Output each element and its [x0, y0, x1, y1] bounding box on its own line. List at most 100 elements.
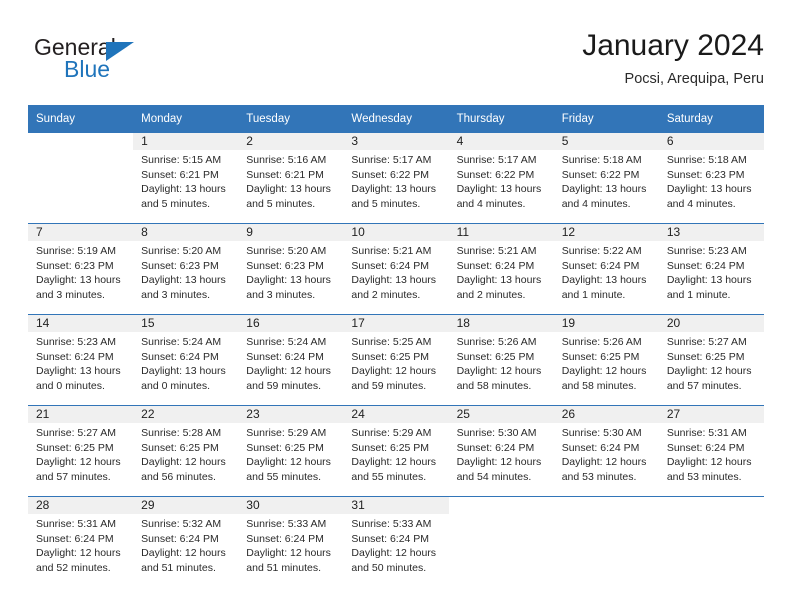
daylight-text-line2: and 1 minute. — [666, 288, 731, 301]
day-number: 21 — [28, 406, 134, 423]
calendar-day-cell[interactable] — [658, 496, 764, 587]
daylight-text-line2: and 56 minutes. — [141, 470, 216, 483]
sunrise-text: Sunrise: 5:29 AM — [351, 427, 432, 439]
daylight-text-line2: and 4 minutes. — [456, 197, 526, 210]
day-details: Sunrise: 5:17 AM Sunset: 6:22 PM Daylight:… — [449, 150, 554, 211]
day-number: 10 — [343, 224, 449, 241]
calendar-day-cell[interactable]: 24 Sunrise: 5:29 AM Sunset: 6:25 PM Dayligh… — [343, 405, 449, 497]
calendar-day-cell[interactable]: 30 Sunrise: 5:33 AM Sunset: 6:24 PM Dayligh… — [238, 496, 344, 587]
day-number: 19 — [553, 315, 659, 332]
calendar-day-cell[interactable]: 22 Sunrise: 5:28 AM Sunset: 6:25 PM Dayligh… — [133, 405, 239, 497]
sunset-text: Sunset: 6:24 PM — [666, 441, 745, 454]
weekday-header-tuesday: Tuesday — [238, 105, 344, 133]
calendar-day-cell[interactable]: 12 Sunrise: 5:22 AM Sunset: 6:24 PM Dayligh… — [553, 223, 659, 315]
daylight-text-line1: Daylight: 12 hours — [561, 365, 647, 378]
day-details: Sunrise: 5:33 AM Sunset: 6:24 PM Daylight:… — [238, 514, 343, 575]
day-number: 22 — [133, 406, 239, 423]
sunrise-text: Sunrise: 5:28 AM — [141, 427, 222, 439]
calendar-day-cell[interactable]: 19 Sunrise: 5:26 AM Sunset: 6:25 PM Dayligh… — [553, 314, 659, 406]
calendar-day-cell[interactable]: 3 Sunrise: 5:17 AM Sunset: 6:22 PM Daylight… — [343, 133, 449, 224]
calendar-day-cell[interactable]: 13 Sunrise: 5:23 AM Sunset: 6:24 PM Dayligh… — [658, 223, 764, 315]
sunset-text: Sunset: 6:25 PM — [246, 441, 324, 454]
daylight-text-line2: and 5 minutes. — [141, 197, 211, 210]
sunset-text: Sunset: 6:25 PM — [351, 441, 430, 454]
calendar-day-cell[interactable]: 20 Sunrise: 5:27 AM Sunset: 6:25 PM Dayligh… — [658, 314, 764, 406]
daylight-text-line2: and 5 minutes. — [246, 197, 316, 210]
day-details: Sunrise: 5:30 AM Sunset: 6:24 PM Daylight:… — [449, 423, 554, 484]
day-details: Sunrise: 5:18 AM Sunset: 6:23 PM Daylight:… — [659, 150, 764, 211]
day-details: Sunrise: 5:16 AM Sunset: 6:21 PM Daylight:… — [238, 150, 343, 211]
calendar-day-cell[interactable]: 14 Sunrise: 5:23 AM Sunset: 6:24 PM Dayligh… — [28, 314, 134, 406]
calendar-day-cell[interactable]: 15 Sunrise: 5:24 AM Sunset: 6:24 PM Dayligh… — [133, 314, 239, 406]
sunset-text: Sunset: 6:25 PM — [561, 350, 640, 363]
sunrise-text: Sunrise: 5:17 AM — [351, 154, 432, 166]
day-details: Sunrise: 5:17 AM Sunset: 6:22 PM Daylight:… — [343, 150, 448, 211]
daylight-text-line1: Daylight: 12 hours — [666, 456, 752, 469]
calendar-header-row: Sunday Monday Tuesday Wednesday Thursday… — [28, 105, 764, 133]
calendar-day-cell[interactable]: 6 Sunrise: 5:18 AM Sunset: 6:23 PM Daylight… — [658, 133, 764, 224]
calendar-week-row: 1 Sunrise: 5:15 AM Sunset: 6:21 PM Daylight… — [28, 133, 764, 224]
general-blue-logo[interactable]: General Blue — [34, 34, 174, 92]
sunset-text: Sunset: 6:23 PM — [36, 259, 114, 272]
calendar-day-cell[interactable]: 25 Sunrise: 5:30 AM Sunset: 6:24 PM Dayligh… — [448, 405, 554, 497]
daylight-text-line2: and 3 minutes. — [141, 288, 211, 301]
calendar-day-cell[interactable]: 26 Sunrise: 5:30 AM Sunset: 6:24 PM Dayligh… — [553, 405, 659, 497]
sunrise-text: Sunrise: 5:32 AM — [141, 518, 222, 530]
sunset-text: Sunset: 6:24 PM — [141, 532, 219, 545]
sunrise-text: Sunrise: 5:16 AM — [246, 154, 327, 166]
calendar-day-cell[interactable]: 7 Sunrise: 5:19 AM Sunset: 6:23 PM Daylight… — [28, 223, 134, 315]
sunrise-text: Sunrise: 5:26 AM — [456, 336, 537, 348]
calendar-day-cell[interactable] — [553, 496, 659, 587]
calendar-day-cell[interactable]: 9 Sunrise: 5:20 AM Sunset: 6:23 PM Daylight… — [238, 223, 344, 315]
calendar-day-cell[interactable]: 18 Sunrise: 5:26 AM Sunset: 6:25 PM Dayligh… — [448, 314, 554, 406]
page-title: January 2024 — [582, 29, 764, 62]
day-number: 5 — [553, 133, 659, 150]
calendar-day-cell[interactable]: 10 Sunrise: 5:21 AM Sunset: 6:24 PM Dayligh… — [343, 223, 449, 315]
sunset-text: Sunset: 6:24 PM — [666, 259, 745, 272]
daylight-text-line1: Daylight: 13 hours — [141, 365, 226, 378]
day-number: 25 — [448, 406, 554, 423]
day-number: 30 — [238, 497, 344, 514]
calendar-day-cell[interactable] — [448, 496, 554, 587]
sunrise-text: Sunrise: 5:21 AM — [351, 245, 432, 257]
sunrise-text: Sunrise: 5:24 AM — [141, 336, 222, 348]
calendar-day-cell[interactable] — [28, 133, 133, 224]
calendar-day-cell[interactable]: 4 Sunrise: 5:17 AM Sunset: 6:22 PM Daylight… — [448, 133, 554, 224]
day-details: Sunrise: 5:19 AM Sunset: 6:23 PM Daylight:… — [28, 241, 133, 302]
day-details: Sunrise: 5:15 AM Sunset: 6:21 PM Daylight:… — [133, 150, 238, 211]
calendar-day-cell[interactable]: 17 Sunrise: 5:25 AM Sunset: 6:25 PM Dayligh… — [343, 314, 449, 406]
day-details: Sunrise: 5:20 AM Sunset: 6:23 PM Daylight:… — [133, 241, 238, 302]
calendar-day-cell[interactable]: 23 Sunrise: 5:29 AM Sunset: 6:25 PM Dayligh… — [238, 405, 344, 497]
daylight-text-line2: and 4 minutes. — [561, 197, 631, 210]
day-number: 13 — [658, 224, 764, 241]
sunrise-text: Sunrise: 5:33 AM — [351, 518, 432, 530]
daylight-text-line1: Daylight: 13 hours — [141, 183, 226, 196]
calendar-day-cell[interactable]: 21 Sunrise: 5:27 AM Sunset: 6:25 PM Dayligh… — [28, 405, 134, 497]
calendar-week-row: 28 Sunrise: 5:31 AM Sunset: 6:24 PM Dayligh… — [28, 496, 764, 587]
calendar-day-cell[interactable]: 5 Sunrise: 5:18 AM Sunset: 6:22 PM Daylight… — [553, 133, 659, 224]
daylight-text-line1: Daylight: 12 hours — [666, 365, 752, 378]
calendar-day-cell[interactable]: 28 Sunrise: 5:31 AM Sunset: 6:24 PM Dayligh… — [28, 496, 134, 587]
title-block: January 2024 Pocsi, Arequipa, Peru — [582, 28, 764, 88]
sunset-text: Sunset: 6:24 PM — [36, 532, 114, 545]
daylight-text-line1: Daylight: 13 hours — [666, 274, 752, 287]
sunset-text: Sunset: 6:24 PM — [36, 350, 114, 363]
daylight-text-line2: and 55 minutes. — [351, 470, 427, 483]
day-number: 15 — [133, 315, 239, 332]
weekday-header-friday: Friday — [553, 105, 659, 133]
calendar-day-cell[interactable]: 31 Sunrise: 5:33 AM Sunset: 6:24 PM Dayligh… — [343, 496, 449, 587]
calendar-day-cell[interactable]: 1 Sunrise: 5:15 AM Sunset: 6:21 PM Daylight… — [133, 133, 239, 224]
calendar-day-cell[interactable]: 16 Sunrise: 5:24 AM Sunset: 6:24 PM Dayligh… — [238, 314, 344, 406]
daylight-text-line1: Daylight: 12 hours — [351, 365, 437, 378]
calendar-day-cell[interactable]: 29 Sunrise: 5:32 AM Sunset: 6:24 PM Dayligh… — [133, 496, 239, 587]
calendar-day-cell[interactable]: 8 Sunrise: 5:20 AM Sunset: 6:23 PM Daylight… — [133, 223, 239, 315]
sunset-text: Sunset: 6:25 PM — [36, 441, 114, 454]
day-details: Sunrise: 5:26 AM Sunset: 6:25 PM Daylight:… — [554, 332, 659, 393]
calendar-day-cell[interactable]: 2 Sunrise: 5:16 AM Sunset: 6:21 PM Daylight… — [238, 133, 344, 224]
calendar-day-cell[interactable]: 11 Sunrise: 5:21 AM Sunset: 6:24 PM Dayligh… — [448, 223, 554, 315]
day-details: Sunrise: 5:30 AM Sunset: 6:24 PM Daylight:… — [554, 423, 659, 484]
day-details: Sunrise: 5:29 AM Sunset: 6:25 PM Daylight:… — [343, 423, 448, 484]
calendar-table: Sunday Monday Tuesday Wednesday Thursday… — [28, 105, 764, 587]
calendar-week-row: 21 Sunrise: 5:27 AM Sunset: 6:25 PM Dayligh… — [28, 405, 764, 497]
calendar-day-cell[interactable]: 27 Sunrise: 5:31 AM Sunset: 6:24 PM Dayligh… — [658, 405, 764, 497]
